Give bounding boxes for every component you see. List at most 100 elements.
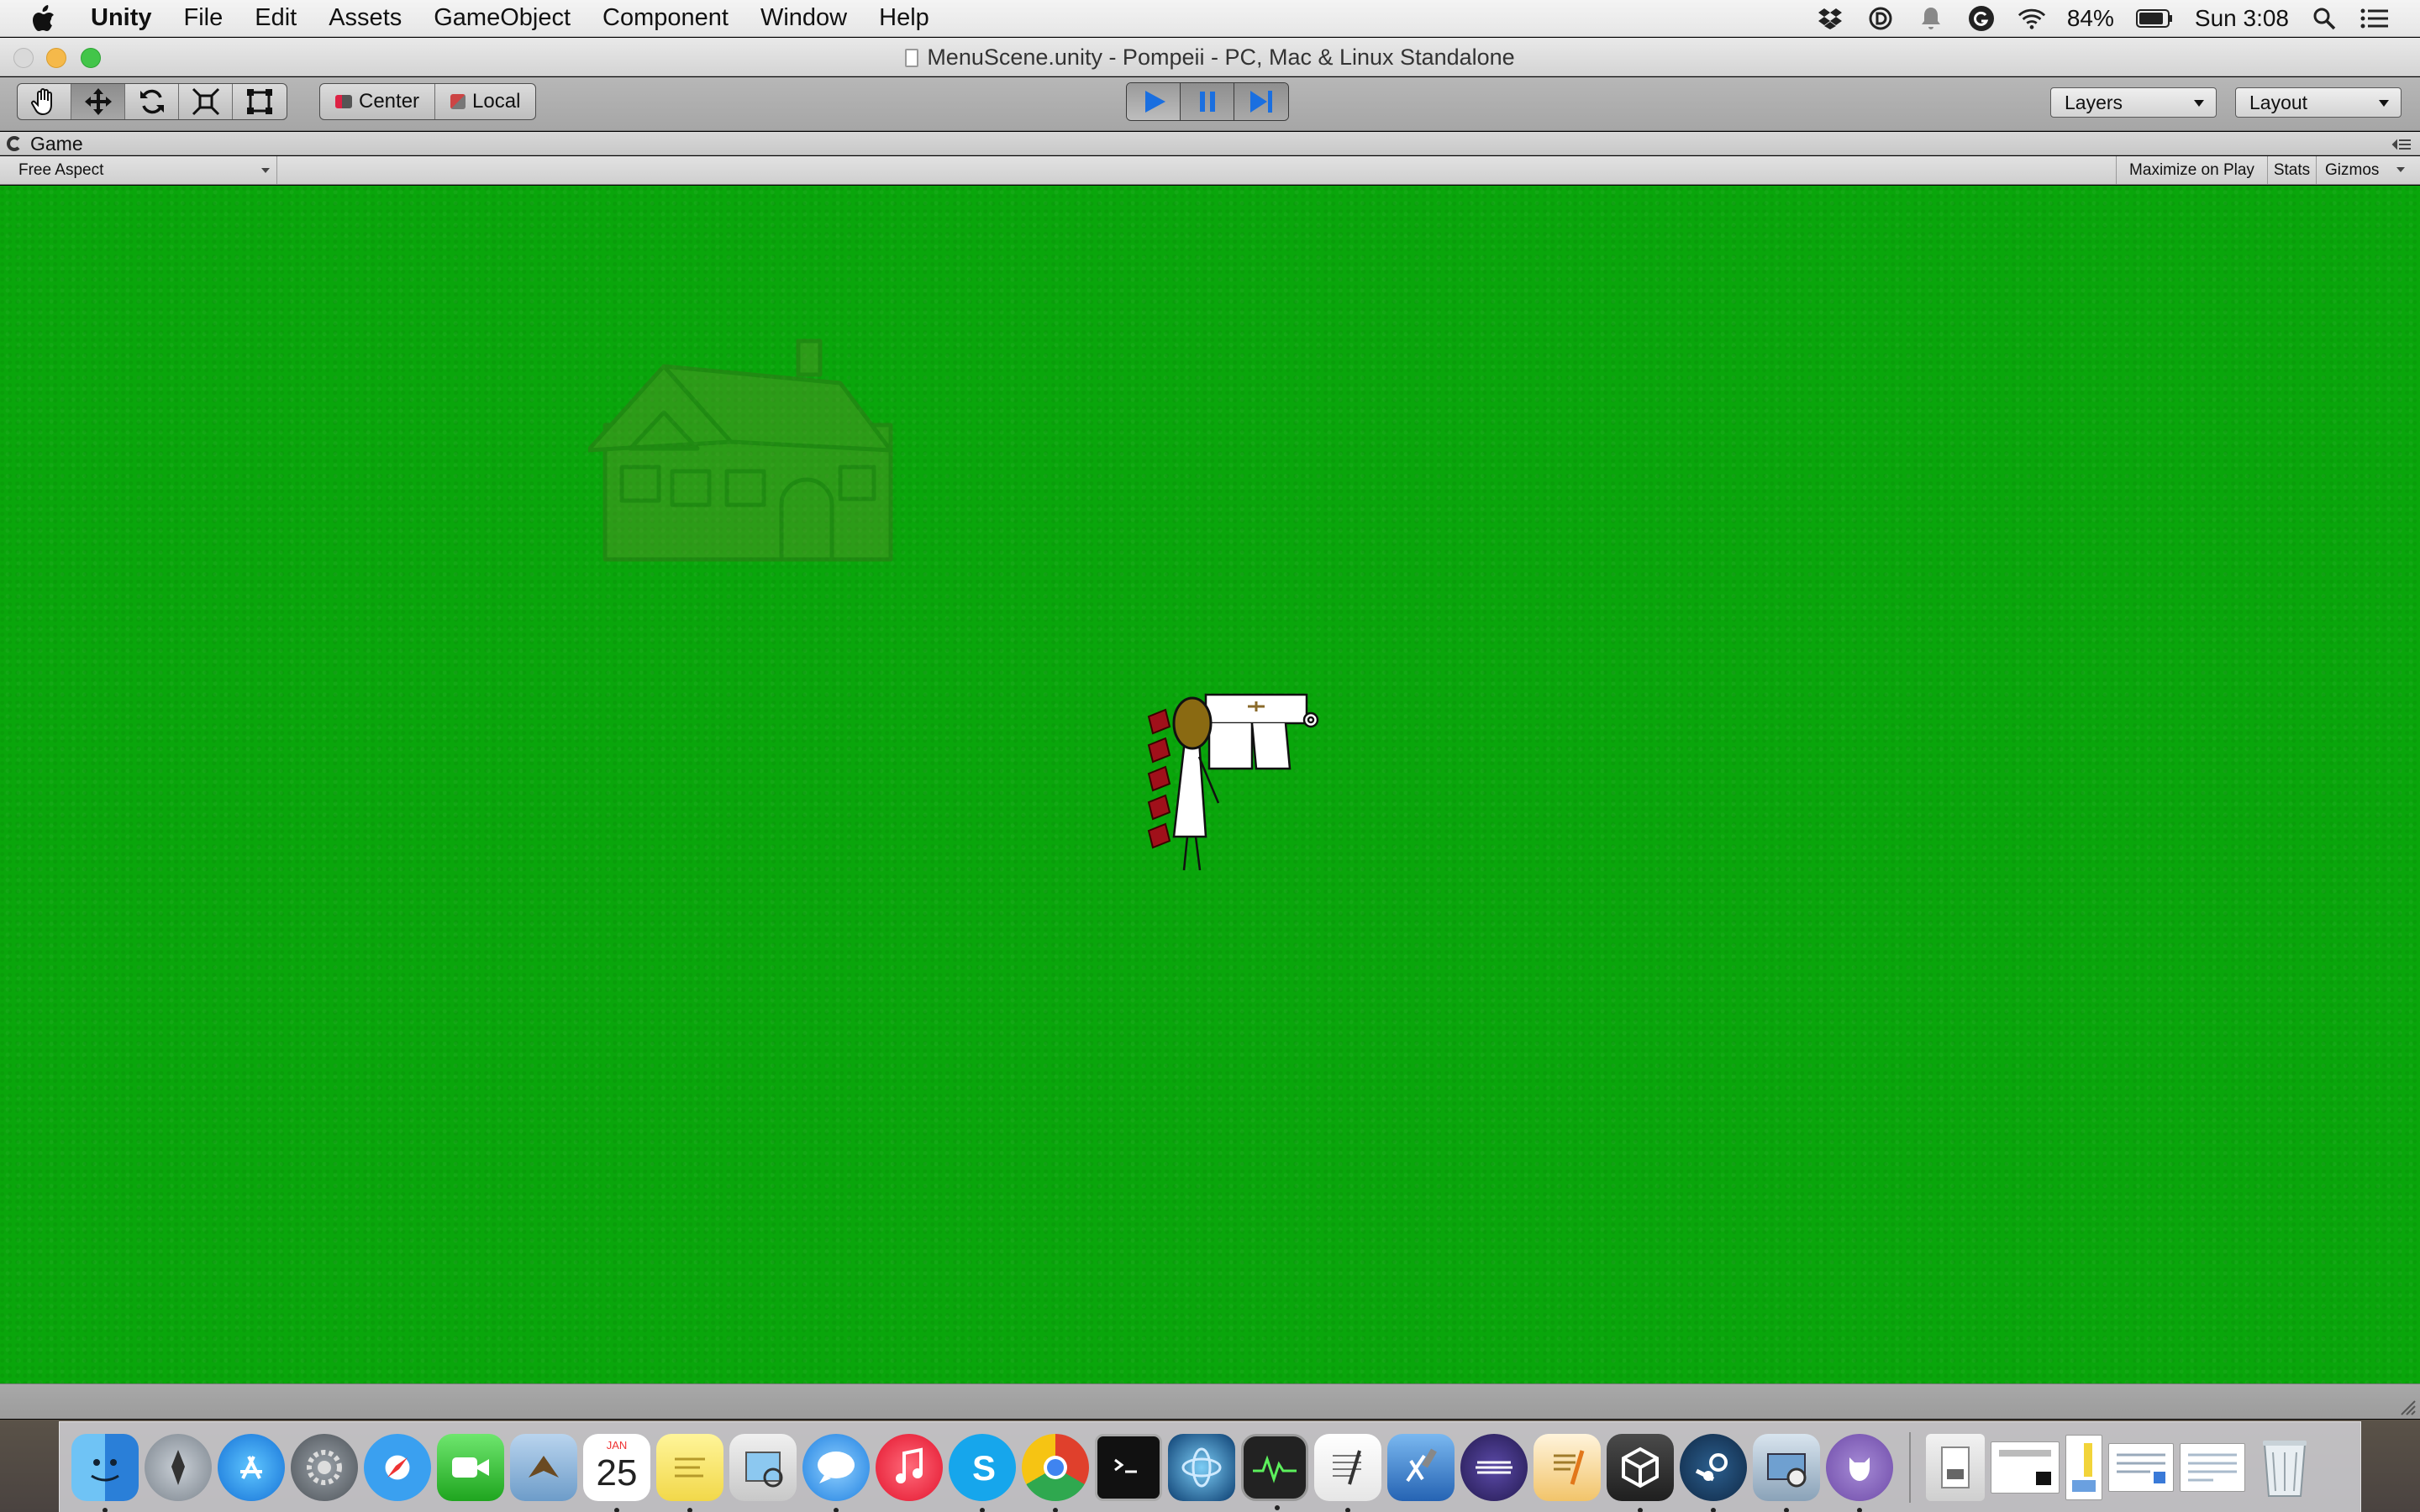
layers-dropdown-label: Layers — [2065, 91, 2123, 113]
dock-trash-icon[interactable] — [2251, 1434, 2318, 1501]
pivot-local-toggle[interactable]: Local — [435, 84, 535, 119]
dock-unity-icon[interactable] — [1607, 1433, 1674, 1512]
gizmos-dropdown[interactable]: Gizmos — [2316, 156, 2410, 184]
pivot-center-toggle[interactable]: Center — [320, 84, 436, 119]
maximize-on-play-label: Maximize on Play — [2129, 160, 2254, 179]
battery-icon[interactable] — [2135, 4, 2174, 33]
pause-icon — [1199, 92, 1215, 112]
layout-dropdown[interactable]: Layout — [2235, 87, 2402, 118]
move-tool-button[interactable] — [71, 84, 125, 119]
dock-battle-net-icon[interactable] — [1168, 1433, 1235, 1501]
hand-tool-button[interactable] — [18, 84, 71, 119]
dock-github-icon[interactable] — [1826, 1433, 1893, 1512]
playback-controls — [1126, 82, 1289, 121]
menu-component[interactable]: Component — [602, 4, 729, 32]
dock-chrome-icon[interactable] — [1022, 1433, 1089, 1512]
wifi-icon[interactable] — [2018, 4, 2046, 33]
menu-file[interactable]: File — [184, 4, 224, 32]
play-button[interactable] — [1127, 83, 1181, 120]
game-view-icon — [7, 136, 22, 151]
game-view-tab-strip: Game — [0, 132, 2420, 155]
dock-mail-eagle-icon[interactable] — [510, 1433, 577, 1501]
dock-calendar-icon[interactable]: JAN 25 — [583, 1433, 650, 1512]
game-viewport[interactable] — [0, 186, 2420, 1383]
calendar-month: JAN — [606, 1438, 628, 1452]
dock-finder-icon[interactable] — [71, 1433, 139, 1512]
rect-tool-button[interactable] — [233, 84, 287, 119]
dock-system-preferences-icon[interactable] — [291, 1433, 358, 1501]
dock-separator — [1909, 1431, 1911, 1503]
resize-handle-icon[interactable] — [2398, 1398, 2417, 1416]
transform-tools — [17, 83, 287, 120]
pivot-center-label: Center — [359, 90, 420, 113]
dock-image-capture-icon[interactable] — [1753, 1433, 1820, 1512]
menu-assets[interactable]: Assets — [329, 4, 402, 32]
layers-dropdown[interactable]: Layers — [2050, 87, 2217, 118]
dock-xcode-icon[interactable] — [1387, 1433, 1455, 1501]
battery-percent: 84% — [2066, 5, 2114, 31]
move-arrows-icon — [84, 88, 112, 115]
dock-steam-icon[interactable] — [1680, 1433, 1747, 1512]
dock-itunes-icon[interactable] — [876, 1433, 943, 1501]
menu-window[interactable]: Window — [760, 4, 847, 32]
cube-icon — [450, 94, 466, 109]
dock-document-stack-icon[interactable] — [1926, 1433, 1985, 1501]
step-button[interactable] — [1234, 83, 1288, 120]
sync-d-icon[interactable] — [1866, 4, 1895, 33]
dock-terminal-icon[interactable] — [1095, 1433, 1162, 1501]
dock-facetime-icon[interactable] — [437, 1433, 504, 1501]
spotlight-search-icon[interactable] — [2310, 4, 2338, 33]
dock-screenshot-thumbnail-4[interactable] — [2180, 1442, 2245, 1492]
dock-pages-icon[interactable] — [1534, 1433, 1601, 1501]
tab-game[interactable]: Game — [7, 132, 83, 155]
maximize-on-play-toggle[interactable]: Maximize on Play — [2116, 156, 2267, 184]
dock-activity-monitor-icon[interactable] — [1241, 1433, 1308, 1510]
window-title-text: MenuScene.unity - Pompeii - PC, Mac & Li… — [927, 45, 1515, 70]
menu-help[interactable]: Help — [879, 4, 929, 32]
clock[interactable]: Sun 3:08 — [2195, 5, 2289, 32]
dock-safari-icon[interactable] — [364, 1433, 431, 1501]
dock-screenshot-thumbnail-1[interactable] — [1991, 1441, 2060, 1494]
menu-edit[interactable]: Edit — [255, 4, 297, 32]
unity-toolbar: Center Local Layers Layout — [0, 77, 2420, 131]
apple-icon[interactable] — [32, 4, 66, 32]
menu-gameobject[interactable]: GameObject — [434, 4, 571, 32]
pause-button[interactable] — [1181, 83, 1234, 120]
panel-menu-icon[interactable] — [2391, 139, 2412, 150]
chevron-down-icon — [261, 168, 270, 173]
calendar-day: 25 — [596, 1452, 638, 1494]
dock-skype-icon[interactable]: S — [949, 1433, 1016, 1512]
dock-preview-icon[interactable] — [729, 1433, 797, 1501]
svg-text:S: S — [972, 1448, 996, 1488]
house-sprite — [588, 339, 893, 562]
chevron-down-icon — [2396, 167, 2405, 172]
dropbox-icon[interactable] — [1816, 4, 1844, 33]
dock-messages-icon[interactable] — [802, 1433, 870, 1512]
rotate-tool-button[interactable] — [125, 84, 179, 119]
window-title-bar: MenuScene.unity - Pompeii - PC, Mac & Li… — [0, 38, 2420, 76]
dock-launchpad-icon[interactable] — [145, 1433, 212, 1501]
tab-game-label: Game — [30, 132, 83, 155]
notification-center-icon[interactable] — [2360, 4, 2389, 33]
pivot-local-label: Local — [472, 90, 521, 113]
dock-screenshot-thumbnail-2[interactable] — [2065, 1434, 2102, 1500]
menu-app-unity[interactable]: Unity — [91, 4, 152, 32]
grammarly-icon[interactable] — [1967, 4, 1996, 33]
player-character-sprite — [1147, 693, 1319, 871]
document-icon — [905, 49, 919, 67]
step-icon — [1250, 91, 1272, 113]
stats-toggle[interactable]: Stats — [2267, 156, 2316, 184]
scale-tool-button[interactable] — [179, 84, 233, 119]
hand-icon — [30, 88, 52, 116]
layout-dropdown-label: Layout — [2249, 91, 2308, 113]
rotate-icon — [139, 89, 164, 114]
dock-stickies-icon[interactable] — [656, 1433, 723, 1512]
dock-eclipse-icon[interactable] — [1460, 1433, 1528, 1501]
status-bar — [0, 1383, 2420, 1419]
aspect-dropdown[interactable]: Free Aspect — [8, 156, 277, 184]
dock-textedit-icon[interactable] — [1314, 1433, 1381, 1512]
notification-bell-icon[interactable] — [1917, 4, 1945, 33]
dock-app-store-icon[interactable] — [218, 1433, 285, 1501]
dock-screenshot-thumbnail-3[interactable] — [2108, 1442, 2174, 1492]
aspect-dropdown-label: Free Aspect — [18, 160, 104, 179]
